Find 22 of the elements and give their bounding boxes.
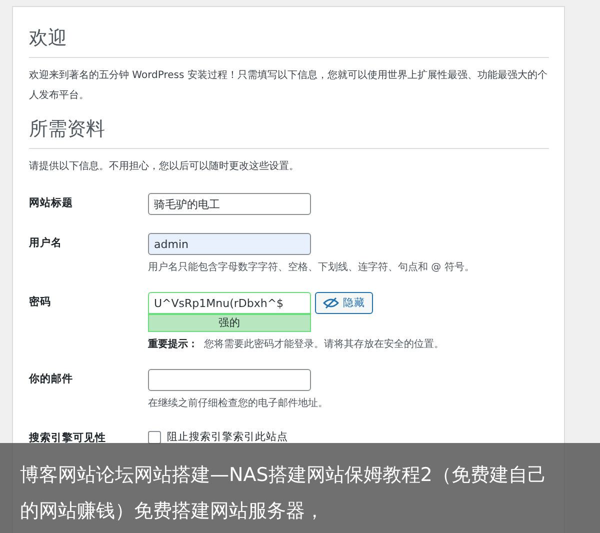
password-field[interactable]: U^VsRp1Mnu(rDbxh^$	[148, 292, 311, 314]
input-field[interactable]: admin	[148, 233, 311, 255]
section-heading: 欢迎	[29, 25, 549, 58]
field-label: 用户名	[29, 236, 63, 251]
input-field[interactable]	[148, 369, 311, 391]
caption-text: 博客网站论坛网站搭建—NAS搭建网站保姆教程2（免费建自己的网站赚钱）免费搭建网站服务器，	[20, 463, 548, 524]
input-field[interactable]: 骑毛驴的电工	[148, 193, 311, 215]
strength-meter: 强的	[148, 314, 311, 332]
field-hint: 用户名只能包含字母数字字符、空格、下划线、连字符、句点和 @ 符号。	[148, 260, 474, 274]
eye-slash-icon	[323, 297, 339, 309]
welcome-text: 欢迎来到著名的五分钟 WordPress 安装过程！只需填写以下信息，您就可以使用世界上扩展性最强、功能最强大的个人发布平台。	[29, 68, 548, 103]
field-label: 搜索引擎可见性	[29, 431, 107, 445]
checkbox-label: 阻止搜索引擎索引此站点	[167, 430, 288, 444]
checkbox[interactable]	[148, 430, 161, 444]
field-label: 你的邮件	[29, 372, 74, 387]
field-label: 网站标题	[29, 196, 74, 211]
hide-password-button[interactable]: 隐藏	[315, 292, 373, 314]
section-heading: 所需资料	[29, 116, 549, 149]
field-hint: 在继续之前仔细检查您的电子邮件地址。	[148, 396, 328, 410]
info-text: 请提供以下信息。不用担心，您以后可以随时更改这些设置。	[29, 160, 300, 174]
field-label: 密码	[29, 294, 52, 310]
field-hint: 重要提示： 您将需要此密码才能登录。请将其存放在安全的位置。	[148, 338, 444, 351]
